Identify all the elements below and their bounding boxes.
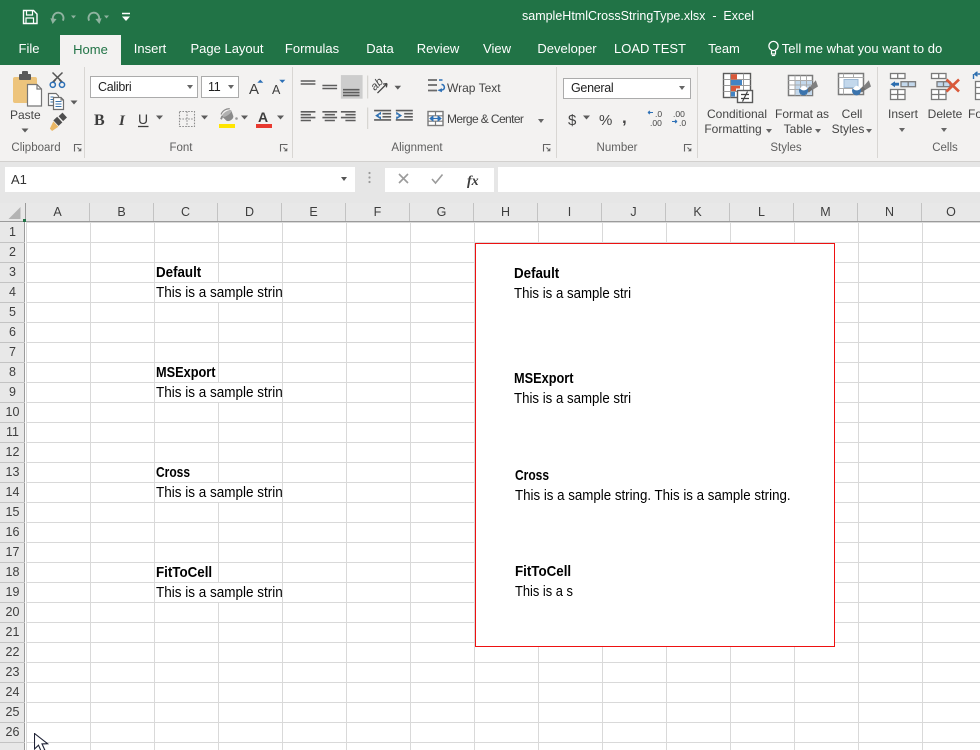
svg-text:.00: .00 bbox=[650, 118, 662, 128]
svg-text:fx: fx bbox=[467, 174, 479, 189]
svg-text:I: I bbox=[118, 113, 126, 129]
svg-text:,: , bbox=[622, 108, 627, 127]
svg-text:B: B bbox=[94, 112, 105, 129]
svg-text:A: A bbox=[258, 109, 268, 125]
svg-text:.0: .0 bbox=[679, 118, 686, 128]
svg-text:$: $ bbox=[568, 112, 577, 129]
svg-text:A: A bbox=[272, 83, 281, 97]
svg-text:U: U bbox=[138, 111, 148, 127]
svg-text:A: A bbox=[249, 81, 259, 98]
svg-text:%: % bbox=[599, 112, 612, 129]
